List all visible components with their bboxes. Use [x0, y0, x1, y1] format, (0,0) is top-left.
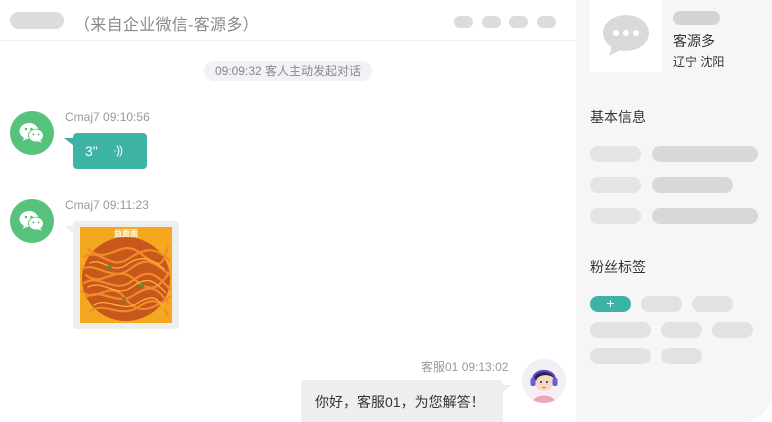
wechat-icon [19, 123, 44, 143]
customer-avatar[interactable] [10, 111, 54, 155]
message-meta: Cmaj7 09:10:56 [65, 110, 150, 124]
info-value-placeholder [652, 177, 733, 193]
basic-info-heading: 基本信息 [590, 109, 646, 125]
message-time: 09:10:56 [103, 110, 150, 124]
message-time: 09:11:23 [103, 198, 149, 212]
agent-reply-text: 你好，客服01，为您解答！ [315, 394, 485, 410]
photo-caption: 益面面 [114, 229, 138, 238]
info-value-placeholder [652, 146, 758, 162]
tag-item[interactable] [692, 296, 733, 312]
customer-name-placeholder [10, 12, 64, 29]
tag-item[interactable] [712, 322, 753, 338]
customer-region: 辽宁 沈阳 [673, 55, 725, 69]
message-meta: Cmaj7 09:11:23 [65, 198, 149, 212]
tag-item[interactable] [661, 322, 702, 338]
chat-header: （来自企业微信-客源多） [0, 0, 576, 41]
header-action-button-2[interactable] [482, 16, 501, 28]
noodle-photo[interactable]: 益面面 [80, 227, 172, 323]
info-label-placeholder [590, 146, 641, 162]
agent-reply-bubble: 你好，客服01，为您解答！ [301, 380, 512, 422]
fan-tags-heading: 粉丝标签 [590, 259, 646, 275]
wechat-icon [19, 211, 44, 231]
sender-name: Cmaj7 [65, 198, 100, 212]
tag-item[interactable] [590, 348, 651, 364]
info-value-placeholder [652, 208, 758, 224]
customer-avatar[interactable] [10, 199, 54, 243]
sender-name: Cmaj7 [65, 110, 100, 124]
system-notice-text: 客人主动发起对话 [265, 64, 362, 78]
message-time: 09:13:02 [461, 360, 509, 374]
tag-item[interactable] [641, 296, 682, 312]
agent-avatar[interactable] [522, 359, 566, 403]
system-notice-time: 09:09:32 [214, 64, 262, 78]
header-action-button-3[interactable] [509, 16, 528, 28]
header-action-button-4[interactable] [537, 16, 556, 28]
customer-info-panel: 客源多 辽宁 沈阳 基本信息 粉丝标签 + [576, 0, 772, 422]
agent-avatar-illustration [522, 359, 566, 403]
info-label-placeholder [590, 177, 641, 193]
system-notice: 09:09:32 客人主动发起对话 [204, 61, 372, 81]
voice-message-bubble[interactable]: 3" ·)) [64, 133, 147, 169]
message-meta: 客服01 09:13:02 [421, 358, 508, 375]
tag-item[interactable] [661, 348, 702, 364]
chat-source-title: （来自企业微信-客源多） [74, 17, 259, 34]
customer-source: 客源多 [673, 33, 715, 49]
customer-card-avatar [590, 0, 662, 72]
info-label-placeholder [590, 208, 641, 224]
header-action-button-1[interactable] [454, 16, 473, 28]
add-tag-button[interactable]: + [590, 296, 631, 312]
voice-wave-icon: ·)) [113, 143, 123, 157]
image-message-bubble: 益面面 [64, 221, 179, 329]
noodle-image [80, 227, 172, 323]
sender-name: 客服01 [421, 360, 459, 374]
voice-duration: 3" [85, 143, 98, 159]
chat-bubble-icon [603, 15, 649, 56]
customer-name-placeholder [673, 11, 720, 25]
tag-item[interactable] [590, 322, 651, 338]
chat-pane: （来自企业微信-客源多） 09:09:32 客人主动发起对话 Cmaj7 09:… [0, 0, 576, 422]
